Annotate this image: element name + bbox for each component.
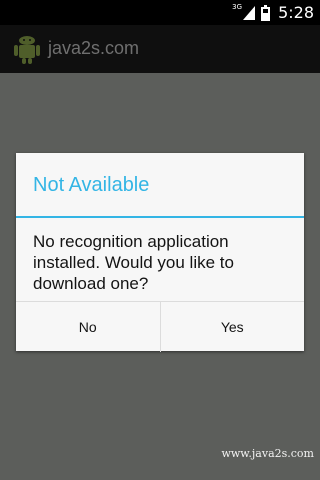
signal-icon xyxy=(243,5,256,20)
watermark: www.java2s.com xyxy=(221,447,314,460)
battery-icon xyxy=(261,4,271,21)
app-title: java2s.com xyxy=(48,38,140,58)
dialog-title: Not Available xyxy=(33,174,150,196)
alert-dialog: Not Available No recognition application… xyxy=(16,153,304,352)
yes-button-label: Yes xyxy=(220,319,244,335)
dialog-button-bar: No Yes xyxy=(16,301,304,352)
android-icon xyxy=(14,36,40,64)
no-button-label: No xyxy=(78,319,97,335)
no-button[interactable]: No xyxy=(16,302,160,352)
network-type-label: 3G xyxy=(232,2,243,11)
status-bar: 3G 5:28 xyxy=(0,0,320,25)
action-bar: java2s.com xyxy=(0,25,320,73)
title-divider xyxy=(16,216,304,218)
dialog-message: No recognition application installed. Wo… xyxy=(33,232,234,293)
status-icons: 3G 5:28 xyxy=(232,0,314,25)
clock: 5:28 xyxy=(278,3,314,22)
yes-button[interactable]: Yes xyxy=(161,302,305,352)
screen: 3G 5:28 java2s.com www.java2s.com Not Av… xyxy=(0,0,320,480)
